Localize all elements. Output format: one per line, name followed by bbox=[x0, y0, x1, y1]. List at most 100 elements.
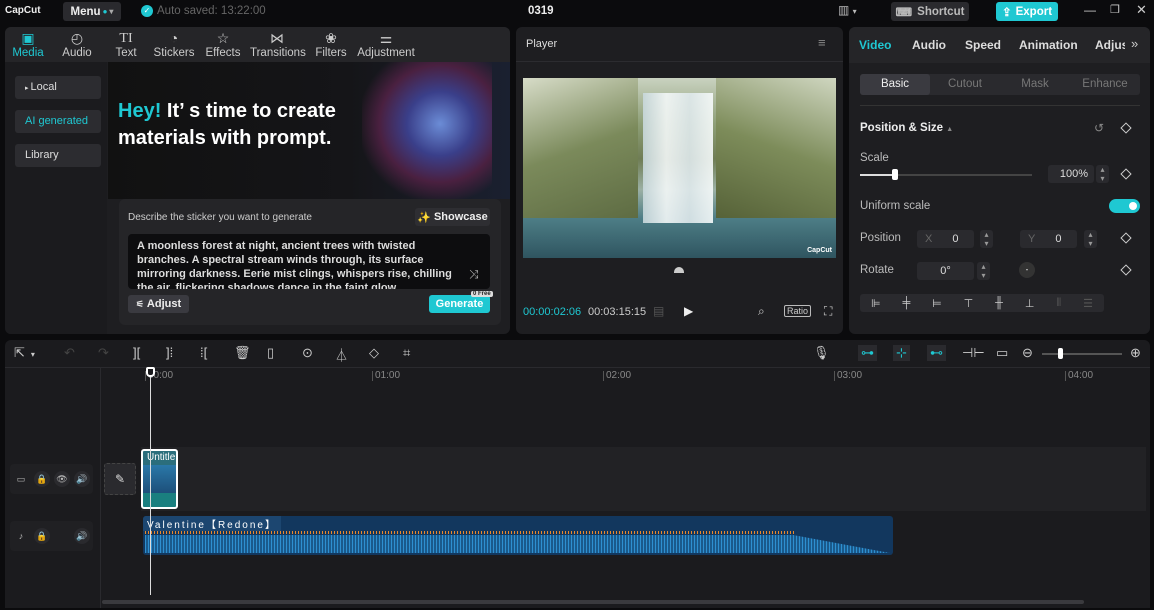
section-position-size[interactable]: Position & Size ▲ bbox=[860, 122, 953, 134]
audio-clip[interactable]: Valentine【Redone】 bbox=[143, 516, 893, 555]
subtab-mask[interactable]: Mask bbox=[1000, 74, 1070, 95]
microphone-icon[interactable]: 🎙 bbox=[813, 345, 830, 361]
keyframe-icon[interactable] bbox=[1120, 122, 1132, 134]
tab-effects[interactable]: ☆ Effects bbox=[205, 30, 241, 59]
showcase-button[interactable]: ✨ Showcase bbox=[415, 208, 490, 226]
position-y-input[interactable]: Y0 bbox=[1020, 230, 1077, 248]
export-button[interactable]: ⇪ Export bbox=[996, 2, 1058, 21]
subtab-enhance[interactable]: Enhance bbox=[1070, 74, 1140, 95]
tab-media[interactable]: ▣ Media bbox=[11, 30, 45, 59]
align-center-h-icon[interactable]: ╪ bbox=[902, 297, 910, 309]
tab-animation[interactable]: Animation bbox=[1019, 38, 1078, 52]
distribute-h-icon[interactable]: ⦀ bbox=[1056, 297, 1061, 310]
split-left-icon[interactable]: ]⁞ bbox=[166, 345, 173, 360]
rotate-dial[interactable]: - bbox=[1019, 262, 1035, 278]
play-icon[interactable]: ▶ bbox=[684, 304, 693, 318]
sidebar-item-library[interactable]: Library bbox=[15, 144, 101, 167]
scale-slider[interactable] bbox=[860, 169, 1032, 180]
align-top-icon[interactable]: ⊤ bbox=[964, 297, 974, 310]
select-tool-icon[interactable]: ⇱ ▾ bbox=[14, 345, 35, 361]
maximize-icon[interactable]: ❐ bbox=[1110, 3, 1120, 16]
tab-audio[interactable]: Audio bbox=[912, 38, 946, 52]
video-preview[interactable]: CapCut bbox=[523, 78, 836, 258]
subtab-basic[interactable]: Basic bbox=[860, 74, 930, 95]
tab-transitions[interactable]: ⋈ Transitions bbox=[250, 30, 306, 59]
keyframe-icon[interactable] bbox=[1120, 168, 1132, 180]
timeline-scrollbar[interactable] bbox=[102, 600, 1084, 604]
reverse-icon[interactable]: ⊙ bbox=[302, 345, 313, 361]
screen-icon[interactable]: ▭ bbox=[996, 345, 1008, 361]
playhead[interactable] bbox=[146, 367, 155, 595]
volume-icon[interactable]: 🔊 bbox=[74, 471, 90, 487]
ratio-button[interactable]: Ratio bbox=[784, 305, 812, 317]
keyframe-icon[interactable] bbox=[1120, 264, 1132, 276]
position-x-input[interactable]: X0 bbox=[917, 230, 974, 248]
menu-button[interactable]: Menu ● ▾ bbox=[63, 2, 121, 21]
keyframe-icon[interactable] bbox=[1120, 232, 1132, 244]
undo-icon[interactable]: ↶ bbox=[64, 345, 75, 361]
fullscreen-icon[interactable]: ⛶ bbox=[824, 304, 832, 319]
rotate-icon[interactable]: ◇ bbox=[369, 345, 379, 361]
zoom-in-icon[interactable]: ⊕ bbox=[1130, 345, 1141, 361]
tab-adjust[interactable]: Adjus bbox=[1095, 38, 1125, 52]
lock-icon[interactable]: 🔒 bbox=[34, 528, 50, 544]
align-right-icon[interactable]: ⊨ bbox=[932, 297, 942, 310]
generate-button[interactable]: Generate bbox=[429, 295, 490, 313]
tab-stickers[interactable]: ◔ Stickers bbox=[153, 30, 195, 59]
align-center-v-icon[interactable]: ╫ bbox=[995, 297, 1003, 309]
uniform-scale-toggle[interactable] bbox=[1109, 199, 1140, 213]
timecode-grid-icon[interactable]: ▤ bbox=[653, 304, 664, 318]
zoom-fit-icon[interactable]: ⌕ bbox=[758, 304, 765, 319]
align-left-icon[interactable]: ⊫ bbox=[871, 297, 881, 310]
timeline-zoom-slider[interactable] bbox=[1042, 348, 1122, 359]
hamburger-icon[interactable]: ≡ bbox=[818, 35, 826, 50]
tab-filters[interactable]: ❀ Filters bbox=[315, 30, 347, 59]
shuffle-icon[interactable]: ⤨ bbox=[469, 267, 479, 282]
scale-slider-thumb[interactable] bbox=[892, 169, 898, 180]
scale-input[interactable]: 100% bbox=[1048, 165, 1094, 183]
zoom-out-icon[interactable]: ⊖ bbox=[1022, 345, 1033, 361]
close-icon[interactable]: ✕ bbox=[1136, 2, 1147, 18]
preview-axis-icon[interactable]: ⊣⊢ bbox=[962, 345, 985, 361]
main-track-magnet-icon[interactable]: ⊶ bbox=[858, 345, 877, 361]
tab-text[interactable]: TI Text bbox=[113, 30, 139, 59]
drag-handle-icon[interactable] bbox=[674, 267, 684, 273]
minimize-icon[interactable]: — bbox=[1084, 3, 1096, 17]
volume-icon[interactable]: 🔊 bbox=[74, 528, 90, 544]
lock-icon[interactable]: 🔒 bbox=[34, 471, 50, 487]
video-clip[interactable]: Untitle bbox=[141, 449, 178, 509]
delete-icon[interactable]: 🗑 bbox=[234, 345, 251, 361]
split-icon[interactable]: ][ bbox=[133, 345, 140, 360]
align-bottom-icon[interactable]: ⊥ bbox=[1025, 297, 1035, 310]
scale-stepper[interactable]: ▴ ▾ bbox=[1096, 165, 1109, 183]
tab-adjustment[interactable]: ⚌ Adjustment bbox=[357, 30, 415, 59]
redo-icon[interactable]: ↷ bbox=[98, 345, 109, 361]
eye-icon[interactable]: 👁 bbox=[54, 471, 70, 487]
subtab-cutout[interactable]: Cutout bbox=[930, 74, 1000, 95]
zoom-slider-thumb[interactable] bbox=[1058, 348, 1063, 359]
tab-speed[interactable]: Speed bbox=[965, 38, 1001, 52]
sidebar-item-ai-generated[interactable]: AI generated bbox=[15, 110, 101, 133]
more-tabs-icon[interactable]: » bbox=[1131, 36, 1138, 51]
cover-edit-button[interactable]: ✎ bbox=[104, 463, 136, 495]
distribute-v-icon[interactable]: ☰ bbox=[1083, 297, 1093, 310]
layout-icon[interactable]: ▥ ▾ bbox=[838, 3, 857, 17]
mirror-icon[interactable]: ⏃ bbox=[335, 345, 348, 364]
tab-video[interactable]: Video bbox=[859, 38, 891, 52]
rotate-stepper[interactable]: ▴ ▾ bbox=[977, 262, 990, 280]
auto-snap-icon[interactable]: ⊹ bbox=[893, 345, 910, 361]
sidebar-item-local[interactable]: ▸ Local bbox=[15, 76, 101, 99]
x-stepper[interactable]: ▴ ▾ bbox=[980, 230, 993, 248]
y-stepper[interactable]: ▴ ▾ bbox=[1084, 230, 1097, 248]
crop-icon[interactable]: ⌗ bbox=[403, 345, 410, 361]
linkage-icon[interactable]: ⊷ bbox=[927, 345, 946, 361]
freeze-icon[interactable]: ▯ bbox=[267, 345, 274, 361]
tab-audio[interactable]: ◴ Audio bbox=[59, 30, 95, 59]
rotate-input[interactable]: 0° bbox=[917, 262, 974, 280]
split-right-icon[interactable]: ⁞[ bbox=[200, 345, 207, 360]
prompt-textarea[interactable]: A moonless forest at night, ancient tree… bbox=[128, 234, 490, 289]
reset-icon[interactable]: ↺ bbox=[1094, 121, 1104, 135]
playhead-handle[interactable] bbox=[146, 367, 155, 377]
shortcut-button[interactable]: ⌨ Shortcut bbox=[891, 2, 969, 21]
adjust-button[interactable]: ⚟ Adjust bbox=[128, 295, 189, 313]
